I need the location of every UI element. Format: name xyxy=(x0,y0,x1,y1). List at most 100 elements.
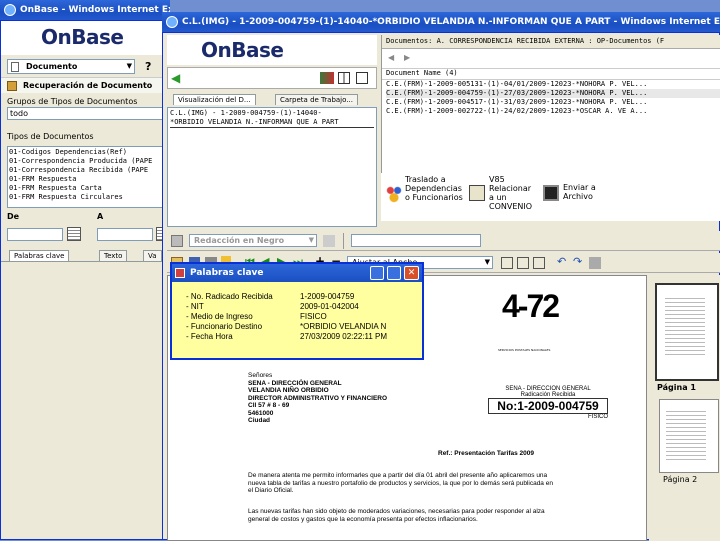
thumbnail-content xyxy=(665,295,705,355)
tab-va[interactable]: Va xyxy=(143,250,162,261)
tab-work-folder-label: Carpeta de Trabajo... xyxy=(280,96,353,104)
keyword-value: FISICO xyxy=(300,312,327,321)
back-arrow-icon[interactable]: ◀ xyxy=(171,71,180,85)
retrieval-icon xyxy=(7,81,17,91)
document-icon xyxy=(11,62,19,72)
thumbnail-page-2[interactable] xyxy=(659,399,719,473)
chevron-down-icon[interactable]: ▼ xyxy=(309,235,314,246)
foreground-window-titlebar[interactable]: C.L.(IMG) - 1-2009-004759-(1)-14040-*ORB… xyxy=(162,12,720,32)
annotation-icon[interactable] xyxy=(171,235,183,247)
actual-size-icon[interactable] xyxy=(533,257,545,269)
keyword-row: - NIT 2009-01-042004 xyxy=(186,302,422,312)
document-dropdown[interactable]: Documento ▼ xyxy=(7,59,135,74)
list-item[interactable]: 01-FRM Respuesta Circulares xyxy=(9,193,161,202)
addressee-line: SENA - DIRECCIÓN GENERAL xyxy=(248,379,342,387)
table-row[interactable]: C.E.(FRM)-1-2009-002722-(1)-24/02/2009-1… xyxy=(386,107,720,116)
list-item[interactable]: *ORBIDIO VELANDIA N.-INFORMAN QUE A PART xyxy=(170,118,374,128)
action-transfer[interactable]: Traslado a Dependencias o Funcionarios xyxy=(383,175,463,219)
rotate-right-icon[interactable]: ↷ xyxy=(573,255,582,268)
onbase-logo: OnBase xyxy=(41,25,124,49)
addressee-line: Señores xyxy=(248,372,273,379)
list-item[interactable]: 01-FRM Respuesta Carta xyxy=(9,184,161,193)
background-window-titlebar[interactable]: OnBase - Windows Internet Exp xyxy=(0,0,170,20)
next-icon[interactable]: ▶ xyxy=(404,53,410,62)
close-icon[interactable]: ✕ xyxy=(404,266,419,280)
results-column-header[interactable]: Document Name (4) xyxy=(382,69,720,80)
from-date-field[interactable] xyxy=(7,228,63,241)
stamp-number: No:1-2009-004759 xyxy=(488,398,608,414)
calendar-icon[interactable] xyxy=(67,227,81,241)
action-relate[interactable]: V85 Relacionar a un CONVENIO xyxy=(467,175,537,219)
annotation-type-field[interactable] xyxy=(351,234,481,247)
fit-page-icon[interactable] xyxy=(517,257,529,269)
list-item[interactable]: 01-Codigos Dependencias(Ref) xyxy=(9,148,161,157)
tab-text-label: Texto xyxy=(104,252,123,260)
addressee-line: VELANDIA NIÑO ORBIDIO xyxy=(248,387,329,394)
group-label: Grupos de Tipos de Documentos xyxy=(7,97,138,106)
tab-document-view-label: Visualización del D... xyxy=(178,96,251,104)
fit-width-icon[interactable] xyxy=(501,257,513,269)
chevron-down-icon[interactable]: ▼ xyxy=(485,257,490,268)
onbase-logo: OnBase xyxy=(201,38,284,62)
foreground-window-title: C.L.(IMG) - 1-2009-004759-(1)-14040-*ORB… xyxy=(182,17,720,27)
prev-icon[interactable]: ◀ xyxy=(388,53,394,62)
rotate-left-icon[interactable]: ↶ xyxy=(557,255,566,268)
table-row[interactable]: C.E.(FRM)-1-2009-005131-(1)-04/01/2009-1… xyxy=(386,80,720,89)
layout-columns-icon[interactable] xyxy=(356,72,368,84)
help-icon[interactable]: ? xyxy=(145,60,151,73)
keyword-row: - No. Radicado Recibida 1-2009-004759 xyxy=(186,292,422,302)
reception-stamp: SENA - DIRECCION GENERAL Radicación Reci… xyxy=(488,386,608,420)
keyword-key: - Medio de Ingreso xyxy=(186,312,253,321)
addressee-line: 5461000 xyxy=(248,409,274,417)
keyword-row: - Fecha Hora 27/03/2009 02:22:11 PM xyxy=(186,332,422,342)
stamp-line3: FISICO xyxy=(587,414,608,420)
types-list[interactable]: 01-Codigos Dependencias(Ref) 01-Correspo… xyxy=(7,146,163,208)
document-dropdown-row: Documento ▼ ? xyxy=(1,55,165,77)
tab-work-folder[interactable]: Carpeta de Trabajo... xyxy=(275,94,358,105)
company-logo-text: 4-72 xyxy=(502,288,560,324)
to-date-field[interactable] xyxy=(97,228,153,241)
cabinet-icon xyxy=(543,185,559,201)
table-row[interactable]: C.E.(FRM)-1-2009-004517-(1)-31/03/2009-1… xyxy=(386,98,720,107)
maximize-icon[interactable] xyxy=(387,266,401,280)
keywords-table: - No. Radicado Recibida 1-2009-004759 - … xyxy=(172,282,422,342)
viewer-doc-list[interactable]: C.L.(IMG) - 1-2009-004759-(1)-14040- *OR… xyxy=(167,107,377,227)
list-item[interactable]: 01-FRM Respuesta xyxy=(9,175,161,184)
thumbnail-page-1[interactable] xyxy=(655,283,719,381)
document-dropdown-value: Documento xyxy=(26,62,78,71)
settings-icon[interactable] xyxy=(589,257,601,269)
redaction-dropdown[interactable]: Redacción en Negro ▼ xyxy=(189,234,317,247)
tab-document-view[interactable]: Visualización del D... xyxy=(173,94,256,105)
list-item[interactable]: 01-Correspondencia Recibida (PAPE xyxy=(9,166,161,175)
tab-text[interactable]: Texto xyxy=(99,250,128,261)
navigate-icon[interactable] xyxy=(320,72,334,84)
action-archive[interactable]: Enviar a Archivo xyxy=(541,175,621,219)
keyword-key: - No. Radicado Recibida xyxy=(186,292,273,301)
keywords-popup-titlebar[interactable]: Palabras clave ✕ xyxy=(172,264,422,282)
thumbnail-content xyxy=(666,408,706,460)
thumbnail-label-2: Página 2 xyxy=(663,475,698,484)
group-field[interactable]: todo xyxy=(7,107,163,120)
tab-keywords[interactable]: Palabras clave xyxy=(9,250,70,261)
left-logo-area: OnBase xyxy=(1,21,165,55)
keyword-key: - Funcionario Destino xyxy=(186,322,263,331)
chevron-down-icon[interactable]: ▼ xyxy=(127,62,132,70)
people-icon xyxy=(385,185,403,203)
list-item[interactable]: C.L.(IMG) - 1-2009-004759-(1)-14040- xyxy=(170,109,374,118)
redaction-value: Redacción en Negro xyxy=(194,236,285,245)
internet-explorer-icon xyxy=(4,4,16,16)
list-item[interactable]: 01-Correspondencia Producida (PAPE xyxy=(9,157,161,166)
company-logo: 4-72 SERVICIOS POSTALES NACIONALES xyxy=(498,288,578,358)
results-path: Documentos: A. CORRESPONDENCIA RECIBIDA … xyxy=(382,35,720,49)
minimize-icon[interactable] xyxy=(370,266,384,280)
layout-grid-icon[interactable] xyxy=(338,72,350,84)
keyword-row: - Funcionario Destino *ORBIDIO VELANDIA … xyxy=(186,322,422,332)
tab-keywords-label: Palabras clave xyxy=(14,252,65,260)
popup-app-icon xyxy=(175,268,185,278)
book-icon xyxy=(469,185,485,201)
background-window: OnBase - Windows Internet Exp OnBase Doc… xyxy=(0,0,170,540)
results-list[interactable]: C.E.(FRM)-1-2009-005131-(1)-04/01/2009-1… xyxy=(382,80,720,116)
highlight-icon[interactable] xyxy=(323,235,335,247)
viewer-toolbar: ◀ xyxy=(167,67,377,89)
table-row[interactable]: C.E.(FRM)-1-2009-004759-(1)-27/03/2009-1… xyxy=(386,89,720,98)
